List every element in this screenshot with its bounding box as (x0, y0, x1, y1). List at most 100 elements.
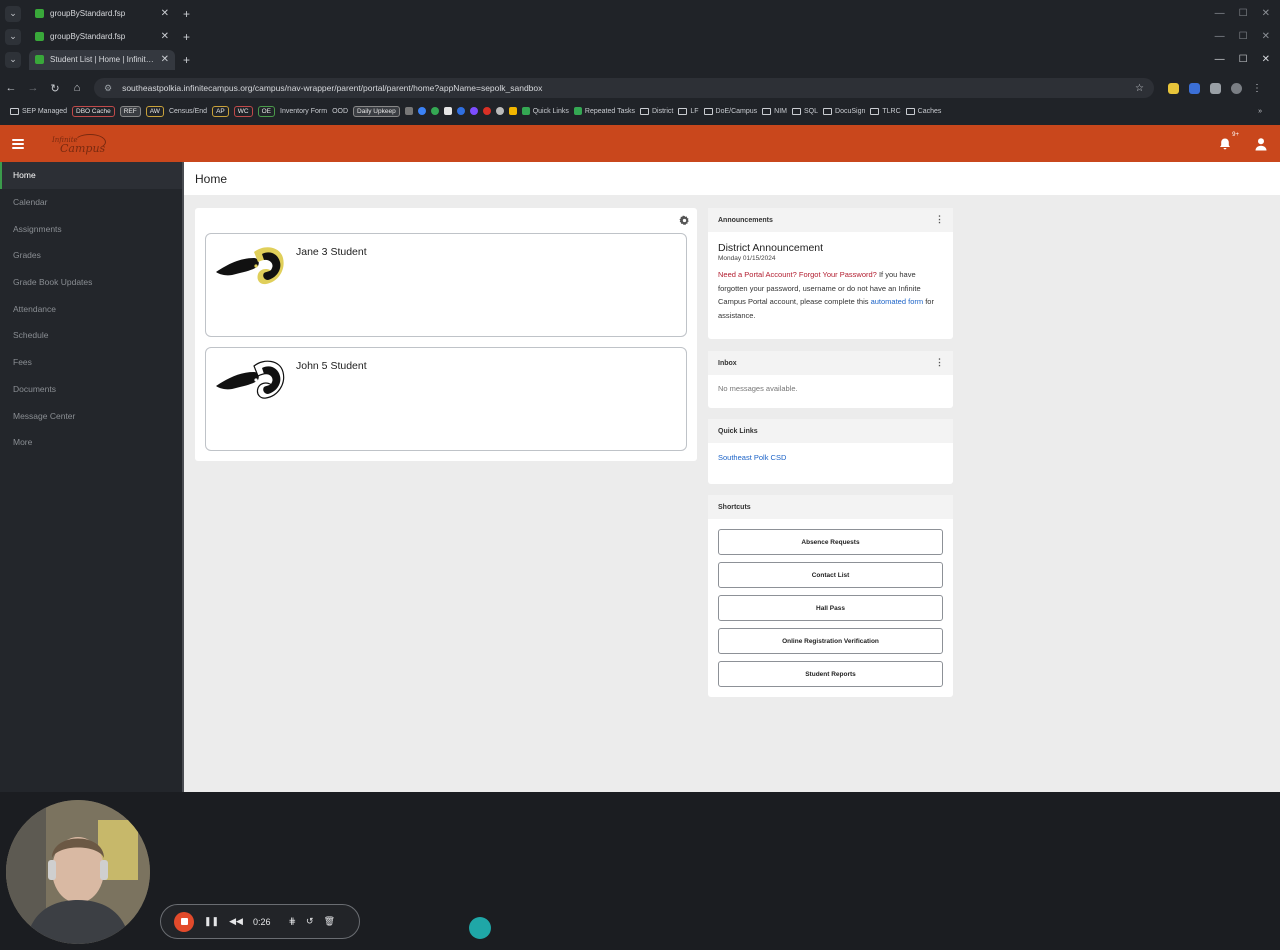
bookmark-item[interactable]: REF (119, 105, 141, 117)
quick-link-southeast-polk[interactable]: Southeast Polk CSD (708, 443, 953, 472)
close-icon[interactable]: ✕ (161, 8, 169, 19)
sidebar-item-message-center[interactable]: Message Center (0, 402, 182, 429)
more-options-icon[interactable]: ⋮ (935, 357, 944, 368)
webcam-bubble[interactable] (6, 800, 150, 944)
home-icon[interactable]: ⌂ (66, 82, 88, 94)
more-bookmarks-icon[interactable]: » (1258, 108, 1262, 115)
apps-grid-icon[interactable] (404, 107, 413, 115)
sidebar-item-grades[interactable]: Grades (0, 242, 182, 269)
bookmark-star-icon[interactable]: ☆ (1135, 83, 1144, 94)
absence-requests-button[interactable]: Absence Requests (718, 529, 943, 555)
browser-tab[interactable]: groupByStandard.fsp ✕ (29, 4, 175, 24)
bookmark-icon-only[interactable] (508, 107, 517, 115)
bookmark-icon-only[interactable] (456, 107, 465, 115)
bookmark-folder[interactable]: NIM (762, 107, 787, 115)
rewind-icon[interactable]: ◀◀ (229, 916, 243, 927)
student-card[interactable]: John 5 Student (205, 347, 687, 451)
extension-icon[interactable] (1168, 82, 1179, 94)
new-tab-button[interactable]: + (183, 53, 190, 67)
restart-icon[interactable]: ↺ (306, 916, 314, 927)
contact-list-button[interactable]: Contact List (718, 562, 943, 588)
extension-icon[interactable] (1189, 82, 1200, 94)
bookmark-folder[interactable]: DoE/Campus (703, 107, 757, 115)
hamburger-menu-icon[interactable] (12, 138, 24, 149)
sidebar-item-calendar[interactable]: Calendar (0, 189, 182, 216)
grid-icon[interactable]: ⋕ (288, 916, 296, 927)
hall-pass-button[interactable]: Hall Pass (718, 595, 943, 621)
reload-icon[interactable]: ↻ (44, 82, 66, 95)
bookmark-icon-only[interactable] (482, 107, 491, 115)
minimize-icon[interactable]: — (1215, 54, 1225, 65)
bookmark-folder[interactable]: Caches (905, 107, 941, 115)
sidebar-item-attendance[interactable]: Attendance (0, 295, 182, 322)
bookmark-item[interactable]: AW (145, 105, 164, 117)
close-window-icon[interactable]: ✕ (1262, 31, 1270, 42)
bookmark-item[interactable]: WC (233, 105, 253, 117)
bookmark-item[interactable]: DBO Cache (72, 105, 115, 117)
address-bar[interactable]: ⚙ southeastpolkia.infinitecampus.org/cam… (94, 78, 1154, 98)
bookmark-folder[interactable]: SEP Managed (10, 107, 67, 115)
bookmark-item[interactable]: OOD (332, 108, 348, 115)
sidebar-item-home[interactable]: Home (0, 162, 182, 189)
sidebar-item-assignments[interactable]: Assignments (0, 215, 182, 242)
pause-icon[interactable]: ❚❚ (204, 916, 219, 927)
maximize-icon[interactable]: ☐ (1239, 8, 1248, 19)
bookmark-label: SQL (804, 107, 819, 115)
sidebar-item-fees[interactable]: Fees (0, 349, 182, 376)
notifications-bell-icon[interactable]: 9+ (1218, 132, 1239, 151)
bookmark-icon-only[interactable] (443, 107, 452, 115)
profile-icon[interactable] (1231, 82, 1242, 94)
bookmark-icon-only[interactable] (417, 107, 426, 115)
close-icon[interactable]: ✕ (161, 31, 169, 42)
automated-form-link[interactable]: automated form (871, 297, 924, 306)
gear-icon[interactable] (679, 213, 690, 226)
student-reports-button[interactable]: Student Reports (718, 661, 943, 687)
bookmark-item[interactable]: Repeated Tasks (573, 107, 635, 115)
maximize-icon[interactable]: ☐ (1239, 54, 1248, 65)
close-icon[interactable]: ✕ (161, 54, 169, 65)
online-registration-verification-button[interactable]: Online Registration Verification (718, 628, 943, 654)
bookmark-folder[interactable]: District (639, 107, 673, 115)
bookmark-item[interactable]: OE (257, 105, 275, 117)
site-info-icon[interactable]: ⚙ (104, 83, 112, 94)
close-window-icon[interactable]: ✕ (1262, 54, 1270, 65)
bookmark-icon-only[interactable] (430, 107, 439, 115)
browser-tab[interactable]: groupByStandard.fsp ✕ (29, 27, 175, 47)
site-icon (417, 107, 426, 115)
bookmark-item[interactable]: Inventory Form (280, 108, 327, 115)
bookmark-folder[interactable]: LF (678, 107, 699, 115)
tab-search-button[interactable]: ⌄ (5, 5, 21, 22)
bookmark-item[interactable]: Daily Upkeep (353, 105, 400, 117)
bookmark-folder[interactable]: DocuSign (823, 107, 865, 115)
browser-tab-active[interactable]: Student List | Home | Infinite Ca ✕ (29, 49, 175, 70)
sidebar-item-documents[interactable]: Documents (0, 376, 182, 403)
user-account-icon[interactable] (1254, 137, 1268, 151)
bookmark-icon-only[interactable] (495, 107, 504, 115)
bookmark-item[interactable]: Census/End (169, 108, 207, 115)
tab-search-button[interactable]: ⌄ (5, 51, 21, 68)
maximize-icon[interactable]: ☐ (1239, 31, 1248, 42)
new-tab-button[interactable]: + (183, 7, 190, 21)
new-tab-button[interactable]: + (183, 30, 190, 44)
minimize-icon[interactable]: — (1215, 8, 1225, 19)
sidebar-item-grade-book-updates[interactable]: Grade Book Updates (0, 269, 182, 296)
bookmark-folder[interactable]: TLRC (870, 107, 901, 115)
infinite-campus-logo[interactable]: Infinite Campus (48, 131, 110, 157)
student-card[interactable]: Jane 3 Student (205, 233, 687, 337)
tab-search-button[interactable]: ⌄ (5, 28, 21, 45)
puzzle-icon[interactable] (1210, 82, 1221, 94)
bookmark-folder[interactable]: SQL (792, 107, 819, 115)
bookmark-icon-only[interactable] (469, 107, 478, 115)
bookmark-item[interactable]: Quick Links (521, 107, 569, 115)
back-icon[interactable]: ← (0, 82, 22, 94)
forward-icon[interactable]: → (22, 82, 44, 94)
more-options-icon[interactable]: ⋮ (935, 214, 944, 225)
sidebar-item-schedule[interactable]: Schedule (0, 322, 182, 349)
bookmark-item[interactable]: AP (212, 105, 229, 117)
minimize-icon[interactable]: — (1215, 31, 1225, 42)
stop-recording-button[interactable] (174, 911, 194, 932)
close-window-icon[interactable]: ✕ (1262, 8, 1270, 19)
menu-kebab-icon[interactable]: ⋮ (1252, 83, 1262, 94)
trash-icon[interactable]: 🗑 (324, 916, 335, 927)
sidebar-item-more[interactable]: More (0, 429, 182, 456)
